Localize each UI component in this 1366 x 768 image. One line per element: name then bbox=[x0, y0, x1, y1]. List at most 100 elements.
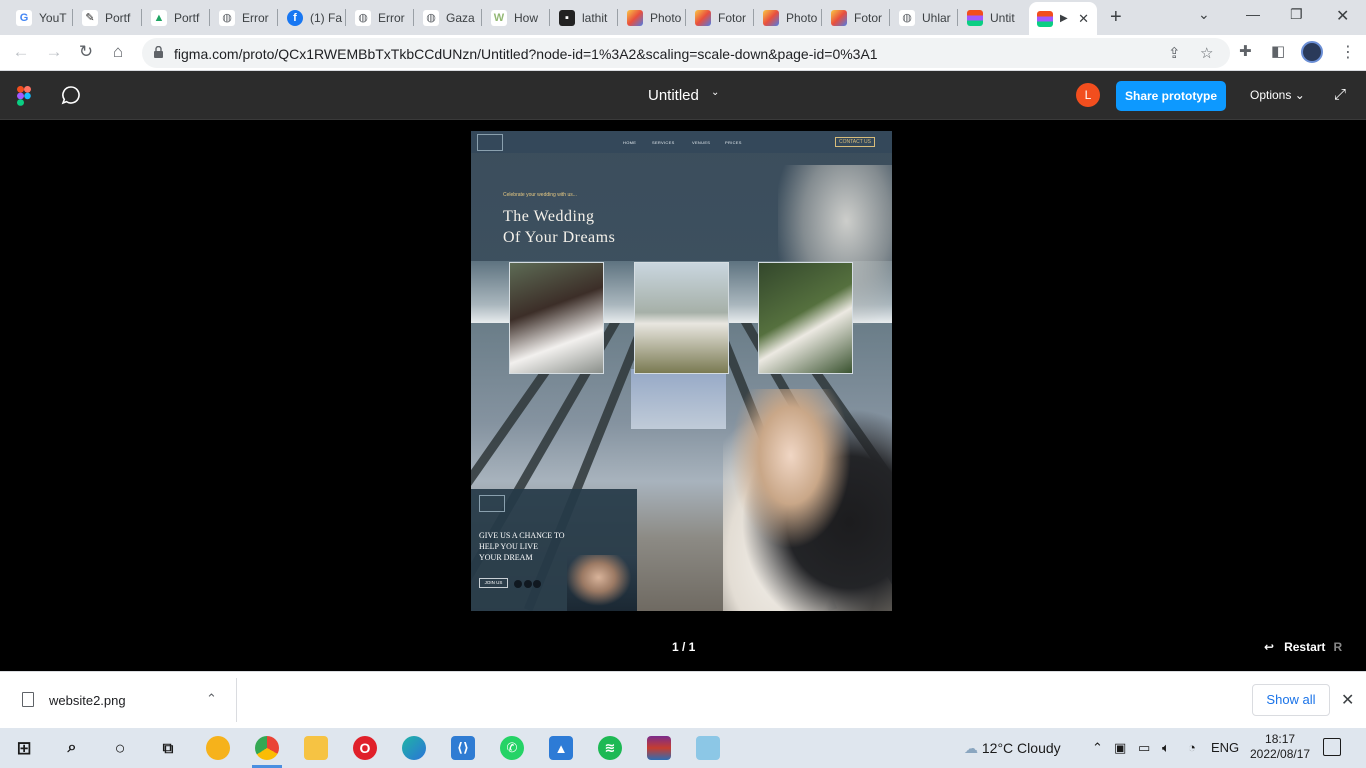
browser-tab[interactable]: ◍ Error bbox=[211, 4, 278, 31]
figma-icon bbox=[967, 9, 983, 26]
site-logo[interactable] bbox=[477, 134, 503, 151]
browser-tab[interactable]: ◍ Error bbox=[347, 4, 414, 31]
document-title[interactable]: Untitled bbox=[648, 87, 699, 104]
browser-tab[interactable]: Fotor bbox=[687, 4, 754, 31]
photos-icon[interactable]: ▲ bbox=[549, 736, 573, 760]
chevron-up-icon[interactable]: ⌃ bbox=[206, 691, 217, 707]
browser-tab[interactable]: ✎ Portf bbox=[74, 4, 142, 31]
browser-tab[interactable]: ▲ Portf bbox=[143, 4, 210, 31]
options-menu[interactable]: Options ⌄ bbox=[1250, 88, 1305, 102]
battery-icon[interactable]: ▭ bbox=[1138, 740, 1150, 756]
browser-tab[interactable]: W How bbox=[483, 4, 550, 31]
task-view-icon[interactable]: ⧉ bbox=[156, 736, 180, 760]
restart-button[interactable]: ↩ Restart R bbox=[1264, 640, 1342, 654]
hero-headline: The Wedding Of Your Dreams bbox=[503, 206, 615, 248]
weather-status[interactable]: ☁ 12°C Cloudy bbox=[964, 740, 1061, 757]
back-icon[interactable]: ← bbox=[10, 42, 32, 62]
gallery-photo[interactable] bbox=[509, 262, 604, 374]
spotify-icon[interactable]: ≋ bbox=[598, 736, 622, 760]
share-prototype-button[interactable]: Share prototype bbox=[1116, 81, 1226, 111]
couple-hero-image bbox=[723, 389, 892, 611]
weather-widget-icon[interactable] bbox=[206, 736, 230, 760]
browser-tab[interactable]: Photo bbox=[619, 4, 686, 31]
chevron-down-icon: ⌄ bbox=[1294, 88, 1305, 102]
menu-kebab-icon[interactable]: ⋮ bbox=[1340, 42, 1356, 62]
winrar-icon[interactable] bbox=[647, 736, 671, 760]
gallery-photo[interactable] bbox=[634, 262, 729, 374]
search-icon[interactable]: ⌕ bbox=[60, 736, 84, 760]
file-icon bbox=[22, 692, 34, 707]
twitter-icon[interactable] bbox=[514, 580, 522, 588]
nav-prices[interactable]: PRICES bbox=[725, 140, 742, 145]
cortana-icon[interactable]: ○ bbox=[108, 736, 132, 760]
side-panel-icon[interactable]: ◧ bbox=[1271, 42, 1285, 60]
address-bar[interactable]: figma.com/proto/QCx1RWEMBbTxTkbCCdUNzn/U… bbox=[142, 38, 1230, 68]
tab-search-chevron-icon[interactable]: ⌄ bbox=[1198, 6, 1210, 23]
google-drive-icon: ▲ bbox=[151, 9, 167, 26]
app-icon[interactable] bbox=[696, 736, 720, 760]
figma-logo-icon[interactable] bbox=[17, 86, 31, 106]
browser-tab-strip: G YouT ✎ Portf ▲ Portf ◍ Error f (1) Fa … bbox=[0, 0, 1366, 35]
options-label: Options bbox=[1250, 88, 1292, 102]
nav-venues[interactable]: VENUES bbox=[692, 140, 710, 145]
file-explorer-icon[interactable] bbox=[304, 736, 328, 760]
url-text[interactable]: figma.com/proto/QCx1RWEMBbTxTkbCCdUNzn/U… bbox=[174, 46, 878, 62]
vscode-icon[interactable]: ⟨⟩ bbox=[451, 736, 475, 760]
reload-icon[interactable]: ↻ bbox=[75, 42, 97, 62]
browser-tab[interactable]: ▪ lathit bbox=[551, 4, 618, 31]
browser-tab[interactable]: ◍ Uhlar bbox=[891, 4, 958, 31]
notifications-icon[interactable] bbox=[1323, 738, 1341, 756]
bookmark-star-icon[interactable]: ☆ bbox=[1200, 44, 1213, 62]
wifi-icon[interactable]: ◔ bbox=[1188, 740, 1196, 755]
chevron-up-icon[interactable]: ⌃ bbox=[1092, 740, 1103, 756]
nav-home[interactable]: HOME bbox=[623, 140, 636, 145]
browser-tab[interactable]: Fotor bbox=[823, 4, 890, 31]
facebook-icon[interactable] bbox=[524, 580, 532, 588]
share-icon[interactable]: ⇪ bbox=[1168, 44, 1181, 62]
home-icon[interactable]: ⌂ bbox=[107, 42, 129, 62]
user-avatar[interactable]: L bbox=[1076, 83, 1100, 107]
browser-tab[interactable]: Photo bbox=[755, 4, 822, 31]
wikihow-icon: W bbox=[491, 9, 507, 26]
new-tab-icon[interactable]: + bbox=[1110, 6, 1122, 29]
extensions-puzzle-icon[interactable]: ✚ bbox=[1239, 42, 1252, 60]
nav-services[interactable]: SERVICES bbox=[652, 140, 675, 145]
edge-icon[interactable] bbox=[402, 736, 426, 760]
restore-window-icon[interactable]: ❐ bbox=[1290, 6, 1303, 23]
join-us-button[interactable]: JOIN US bbox=[479, 578, 508, 588]
download-filename[interactable]: website2.png bbox=[49, 693, 126, 708]
browser-tab[interactable]: G YouT bbox=[8, 4, 73, 31]
close-window-icon[interactable]: ✕ bbox=[1336, 6, 1349, 26]
browser-tab[interactable]: Untit bbox=[959, 4, 1026, 31]
profile-avatar[interactable] bbox=[1301, 41, 1323, 63]
site-logo bbox=[479, 495, 505, 512]
close-tab-icon[interactable]: ✕ bbox=[1078, 11, 1089, 27]
language-indicator[interactable]: ENG bbox=[1211, 740, 1239, 755]
contact-us-button[interactable]: CONTACT US bbox=[835, 137, 875, 147]
active-browser-tab[interactable]: ▶ ✕ bbox=[1029, 2, 1097, 35]
close-icon[interactable]: ✕ bbox=[1341, 690, 1354, 710]
show-all-button[interactable]: Show all bbox=[1252, 684, 1330, 716]
instagram-icon[interactable] bbox=[533, 580, 541, 588]
clock[interactable]: 18:17 2022/08/17 bbox=[1250, 732, 1310, 762]
tab-label: YouT bbox=[39, 10, 67, 25]
figma-icon bbox=[1037, 10, 1053, 27]
gallery-photo[interactable] bbox=[758, 262, 853, 374]
chrome-icon[interactable] bbox=[255, 736, 279, 760]
minimize-icon[interactable]: — bbox=[1246, 6, 1260, 22]
opera-icon[interactable]: O bbox=[353, 736, 377, 760]
comment-icon[interactable] bbox=[61, 85, 81, 105]
whatsapp-icon[interactable]: ✆ bbox=[500, 736, 524, 760]
portfolio-site-icon: ✎ bbox=[82, 9, 98, 26]
browser-tab[interactable]: ◍ Gaza bbox=[415, 4, 482, 31]
meet-now-icon[interactable]: ▣ bbox=[1114, 740, 1126, 756]
prototype-frame[interactable]: HOME SERVICES VENUES PRICES CONTACT US C… bbox=[471, 131, 892, 611]
fullscreen-icon[interactable]: ⤢ bbox=[1334, 86, 1346, 103]
photo-app-icon bbox=[763, 9, 779, 26]
browser-tab[interactable]: f (1) Fa bbox=[279, 4, 346, 31]
windows-start-icon[interactable]: ⊞ bbox=[12, 736, 36, 760]
forward-icon[interactable]: → bbox=[43, 42, 65, 62]
chevron-down-icon[interactable]: ⌄ bbox=[711, 87, 719, 98]
tab-label: Photo bbox=[650, 10, 682, 25]
volume-icon[interactable]: 🔈︎ bbox=[1162, 740, 1170, 756]
